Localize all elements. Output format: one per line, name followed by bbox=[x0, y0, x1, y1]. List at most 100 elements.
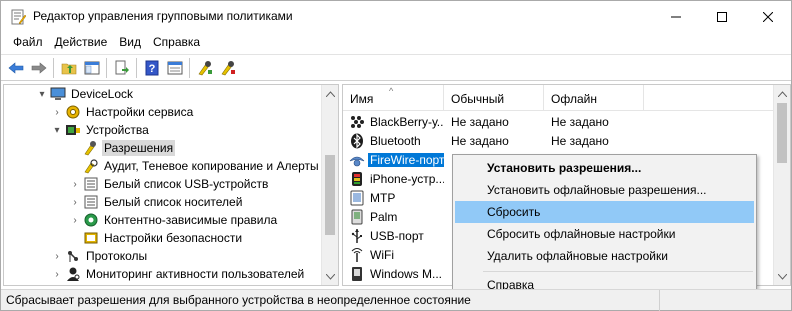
tree-item-protocols[interactable]: › Протоколы bbox=[51, 247, 149, 265]
computer-icon bbox=[50, 87, 66, 100]
tree-label: Протоколы bbox=[86, 249, 148, 263]
forward-button[interactable] bbox=[27, 57, 50, 79]
expand-icon[interactable]: › bbox=[69, 193, 81, 211]
sort-ascending-icon: ^ bbox=[389, 86, 394, 96]
show-hide-tree-button[interactable] bbox=[80, 57, 103, 79]
status-bar: Сбрасывает разрешения для выбранного уст… bbox=[1, 289, 791, 311]
scroll-thumb[interactable] bbox=[777, 103, 787, 163]
windows-mobile-icon bbox=[352, 266, 362, 281]
menu-view[interactable]: Вид bbox=[113, 32, 147, 53]
tree-item-media-whitelist[interactable]: › Белый список носителей bbox=[69, 193, 244, 211]
up-level-button[interactable] bbox=[57, 57, 80, 79]
usb-whitelist-icon bbox=[84, 177, 98, 191]
tree-item-user-activity[interactable]: › Мониторинг активности пользователей bbox=[51, 265, 306, 283]
devicelock-button-1[interactable] bbox=[193, 57, 216, 79]
tree-item-service-settings[interactable]: › Настройки сервиса bbox=[51, 103, 195, 121]
window-title: Редактор управления групповыми политикам… bbox=[33, 9, 293, 23]
collapse-icon[interactable]: ▾ bbox=[36, 85, 48, 103]
column-header-name[interactable]: ^ Имя bbox=[343, 85, 444, 111]
export-list-button[interactable] bbox=[110, 57, 133, 79]
devicelock-icon-1 bbox=[198, 60, 212, 75]
gear-icon bbox=[66, 105, 80, 119]
column-header-offline[interactable]: Офлайн bbox=[544, 85, 644, 111]
list-scrollbar[interactable] bbox=[773, 85, 790, 285]
mtp-icon bbox=[350, 190, 364, 205]
collapse-icon[interactable]: ▾ bbox=[51, 121, 63, 139]
devicelock-button-2[interactable] bbox=[216, 57, 239, 79]
list-row[interactable]: BlackBerry-у... Не задано Не задано bbox=[343, 112, 775, 131]
normal-value: Не задано bbox=[451, 114, 509, 129]
firewire-icon bbox=[349, 156, 365, 166]
scroll-down-button[interactable] bbox=[322, 268, 338, 285]
expand-icon[interactable]: › bbox=[51, 103, 63, 121]
iphone-icon bbox=[352, 171, 362, 186]
tree-label: Устройства bbox=[86, 123, 149, 137]
tree-item-permissions[interactable]: Разрешения bbox=[69, 139, 176, 157]
user-activity-icon bbox=[67, 267, 80, 281]
permissions-icon bbox=[84, 141, 96, 156]
toolbar: ? bbox=[1, 54, 791, 81]
tree-label: Аудит, Теневое копирование и Алерты bbox=[104, 159, 319, 173]
tree-scrollbar[interactable] bbox=[321, 85, 338, 285]
list-row[interactable]: Bluetooth Не задано Не задано bbox=[343, 131, 775, 150]
export-list-icon bbox=[115, 60, 129, 74]
scroll-up-icon bbox=[325, 90, 335, 97]
scroll-up-button[interactable] bbox=[774, 85, 790, 102]
maximize-button[interactable] bbox=[699, 1, 745, 32]
scroll-thumb[interactable] bbox=[325, 155, 335, 235]
column-header-label: Имя bbox=[350, 92, 374, 106]
minimize-icon bbox=[671, 16, 681, 17]
menu-separator bbox=[483, 271, 753, 272]
back-button[interactable] bbox=[4, 57, 27, 79]
menu-item-set-permissions[interactable]: Установить разрешения... bbox=[455, 157, 754, 179]
menu-bar: Файл Действие Вид Справка bbox=[1, 32, 791, 53]
tree-item-devicelock[interactable]: ▾ DeviceLock bbox=[36, 85, 135, 103]
menu-item-set-offline-permissions[interactable]: Установить офлайновые разрешения... bbox=[455, 179, 754, 201]
content-rules-icon bbox=[84, 213, 98, 227]
tree-item-security-settings[interactable]: Настройки безопасности bbox=[69, 229, 244, 247]
palm-icon bbox=[351, 209, 363, 224]
scroll-down-button[interactable] bbox=[774, 268, 790, 285]
context-menu: Установить разрешения... Установить офла… bbox=[452, 154, 757, 299]
menu-file[interactable]: Файл bbox=[7, 32, 49, 53]
tree-item-audit[interactable]: Аудит, Теневое копирование и Алерты bbox=[69, 157, 321, 175]
column-header-normal[interactable]: Обычный bbox=[444, 85, 544, 111]
console-tree[interactable]: ▾ DeviceLock › Настройки сервиса ▾ Устро… bbox=[3, 84, 339, 286]
menu-item-reset-offline-settings[interactable]: Сбросить офлайновые настройки bbox=[455, 223, 754, 245]
audit-icon bbox=[84, 159, 98, 174]
menu-item-reset[interactable]: Сбросить bbox=[455, 201, 754, 223]
device-name: Windows M... bbox=[370, 266, 443, 281]
tree-item-usb-whitelist[interactable]: › Белый список USB-устройств bbox=[69, 175, 270, 193]
gpo-editor-icon bbox=[11, 9, 26, 25]
scroll-up-button[interactable] bbox=[322, 85, 338, 102]
wifi-icon bbox=[351, 247, 363, 262]
expand-icon[interactable]: › bbox=[51, 247, 63, 265]
up-folder-icon bbox=[61, 63, 76, 74]
minimize-button[interactable] bbox=[653, 1, 699, 32]
device-name: USB-порт bbox=[370, 228, 424, 243]
tree-item-content-rules[interactable]: › Контентно-зависимые правила bbox=[69, 211, 279, 229]
back-arrow-icon bbox=[8, 61, 23, 74]
status-text: Сбрасывает разрешения для выбранного уст… bbox=[6, 293, 471, 307]
expand-icon[interactable]: › bbox=[51, 265, 63, 283]
tree-item-devices[interactable]: ▾ Устройства bbox=[51, 121, 151, 139]
media-whitelist-icon bbox=[84, 195, 98, 209]
devices-icon bbox=[66, 125, 80, 135]
offline-value: Не задано bbox=[551, 114, 609, 129]
menu-help[interactable]: Справка bbox=[147, 32, 206, 53]
scroll-down-icon bbox=[325, 273, 335, 280]
tree-label: Настройки безопасности bbox=[104, 231, 243, 245]
device-name: iPhone-устр... bbox=[370, 171, 444, 186]
expand-icon[interactable]: › bbox=[69, 175, 81, 193]
scroll-up-icon bbox=[777, 90, 787, 97]
maximize-icon bbox=[717, 11, 727, 22]
device-name: BlackBerry-у... bbox=[370, 114, 444, 129]
close-button[interactable] bbox=[745, 1, 791, 32]
properties-button[interactable] bbox=[163, 57, 186, 79]
gpo-editor-window: Редактор управления групповыми политикам… bbox=[0, 0, 792, 311]
menu-action[interactable]: Действие bbox=[49, 32, 114, 53]
menu-item-delete-offline-settings[interactable]: Удалить офлайновые настройки bbox=[455, 245, 754, 267]
help-button[interactable]: ? bbox=[140, 57, 163, 79]
expand-icon[interactable]: › bbox=[69, 211, 81, 229]
scroll-down-icon bbox=[777, 273, 787, 280]
